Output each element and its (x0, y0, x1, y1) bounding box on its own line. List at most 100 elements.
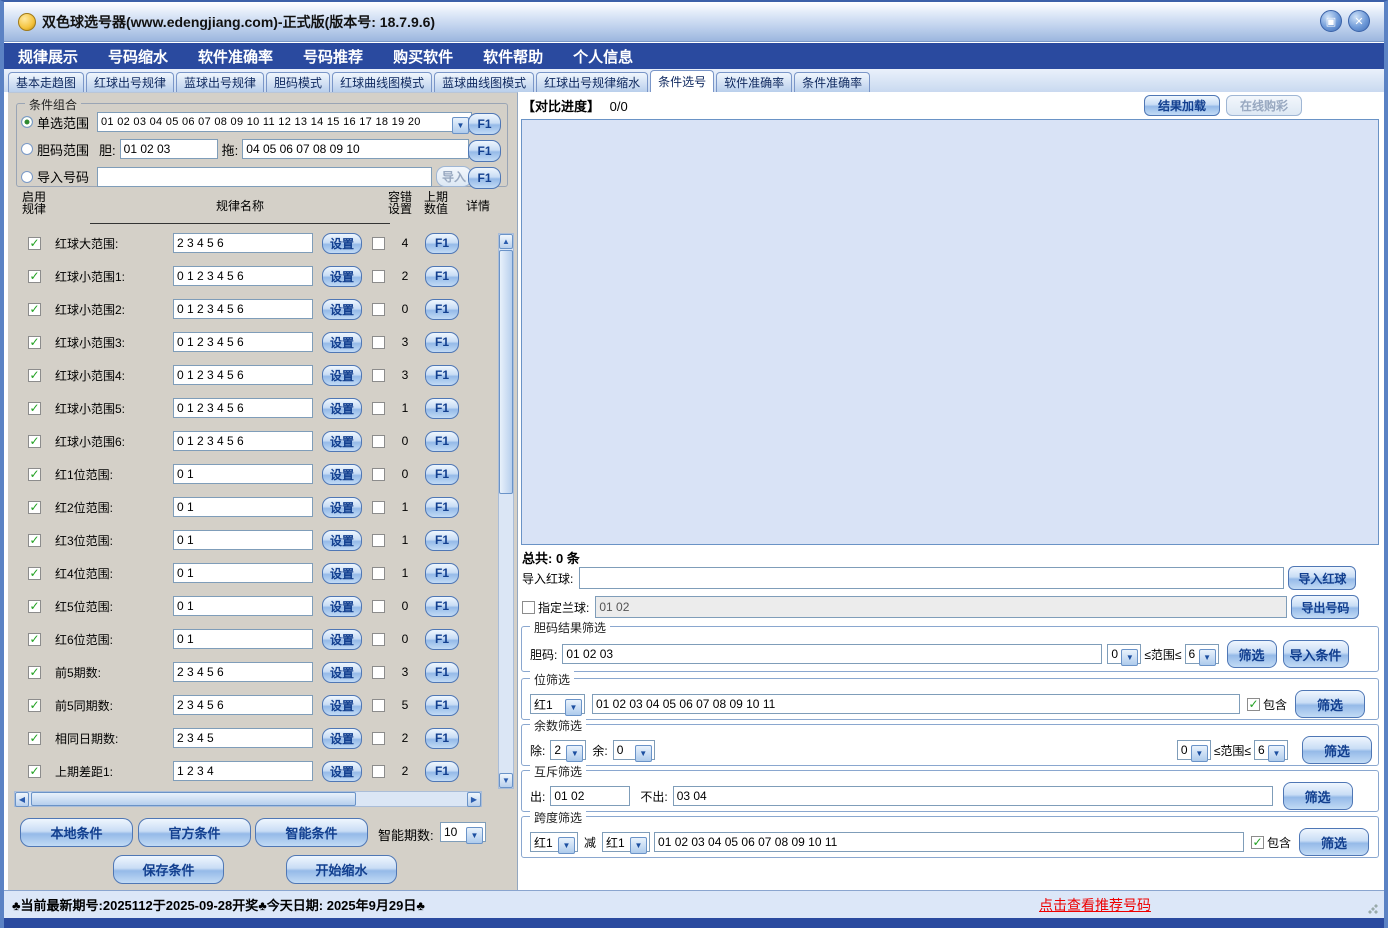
tab-胆码模式[interactable]: 胆码模式 (266, 72, 330, 92)
not-out-input[interactable] (673, 786, 1273, 806)
set-button[interactable]: 设置 (322, 464, 362, 485)
enable-checkbox[interactable] (28, 765, 41, 778)
position-include-checkbox[interactable] (1247, 698, 1260, 711)
local-conditions-button[interactable]: 本地条件 (20, 818, 133, 847)
enable-checkbox[interactable] (28, 402, 41, 415)
rule-value-input[interactable] (173, 728, 313, 748)
import-red-input[interactable] (579, 567, 1284, 589)
horizontal-scroll-thumb[interactable] (31, 792, 356, 806)
f1-button[interactable]: F1 (425, 728, 459, 749)
f1-button[interactable]: F1 (425, 596, 459, 617)
tolerance-checkbox[interactable] (372, 567, 385, 580)
import-numbers-input[interactable] (97, 167, 432, 187)
rules-vertical-scrollbar[interactable]: ▲ ▼ (498, 233, 514, 789)
rule-value-input[interactable] (173, 431, 313, 451)
rule-value-input[interactable] (173, 530, 313, 550)
tab-条件选号[interactable]: 条件选号 (650, 70, 714, 92)
results-listbox[interactable] (521, 119, 1379, 545)
tab-蓝球出号规律[interactable]: 蓝球出号规律 (176, 72, 264, 92)
enable-checkbox[interactable] (28, 732, 41, 745)
exclusion-filter-button[interactable]: 筛选 (1283, 782, 1353, 810)
set-button[interactable]: 设置 (322, 629, 362, 650)
menu-item[interactable]: 号码推荐 (303, 46, 363, 67)
set-button[interactable]: 设置 (322, 365, 362, 386)
dan-range-f1-button[interactable]: F1 (468, 140, 501, 162)
scroll-down-button[interactable]: ▼ (499, 773, 513, 788)
rule-value-input[interactable] (173, 596, 313, 616)
blue-checkbox[interactable] (522, 601, 535, 614)
rule-value-input[interactable] (173, 629, 313, 649)
tolerance-checkbox[interactable] (372, 435, 385, 448)
set-button[interactable]: 设置 (322, 398, 362, 419)
f1-button[interactable]: F1 (425, 233, 459, 254)
official-conditions-button[interactable]: 官方条件 (138, 818, 251, 847)
tab-红球出号规律缩水[interactable]: 红球出号规律缩水 (536, 72, 648, 92)
recommend-link[interactable]: 点击查看推荐号码 (1039, 895, 1151, 915)
tolerance-checkbox[interactable] (372, 732, 385, 745)
menu-item[interactable]: 号码缩水 (108, 46, 168, 67)
vertical-scroll-thumb[interactable] (499, 250, 513, 494)
tolerance-checkbox[interactable] (372, 402, 385, 415)
f1-button[interactable]: F1 (425, 332, 459, 353)
f1-button[interactable]: F1 (425, 530, 459, 551)
out-input[interactable] (550, 786, 630, 806)
f1-button[interactable]: F1 (425, 761, 459, 782)
f1-button[interactable]: F1 (425, 464, 459, 485)
rule-value-input[interactable] (173, 662, 313, 682)
rule-value-input[interactable] (173, 365, 313, 385)
import-numbers-radio[interactable] (21, 171, 33, 183)
menu-item[interactable]: 购买软件 (393, 46, 453, 67)
smart-periods-combobox[interactable]: 10 (440, 822, 486, 842)
rule-value-input[interactable] (173, 332, 313, 352)
enable-checkbox[interactable] (28, 270, 41, 283)
f1-button[interactable]: F1 (425, 398, 459, 419)
enable-checkbox[interactable] (28, 600, 41, 613)
tolerance-checkbox[interactable] (372, 303, 385, 316)
enable-checkbox[interactable] (28, 699, 41, 712)
span-filter-input[interactable] (654, 832, 1244, 852)
close-button[interactable]: ✕ (1348, 10, 1370, 32)
set-button[interactable]: 设置 (322, 761, 362, 782)
scroll-right-button[interactable]: ▶ (467, 792, 481, 807)
f1-button[interactable]: F1 (425, 563, 459, 584)
tolerance-checkbox[interactable] (372, 270, 385, 283)
scroll-left-button[interactable]: ◀ (15, 792, 29, 807)
export-numbers-button[interactable]: 导出号码 (1291, 595, 1359, 619)
single-range-combobox[interactable]: 01 02 03 04 05 06 07 08 09 10 11 12 13 1… (97, 112, 472, 132)
set-button[interactable]: 设置 (322, 530, 362, 551)
single-range-radio[interactable] (21, 116, 33, 128)
start-shrink-button[interactable]: 开始缩水 (286, 855, 397, 884)
set-button[interactable]: 设置 (322, 728, 362, 749)
menu-item[interactable]: 个人信息 (573, 46, 633, 67)
set-button[interactable]: 设置 (322, 695, 362, 716)
f1-button[interactable]: F1 (425, 695, 459, 716)
enable-checkbox[interactable] (28, 468, 41, 481)
rule-value-input[interactable] (173, 497, 313, 517)
divide-combobox[interactable]: 2 (550, 740, 586, 760)
position-combobox[interactable]: 红1 (530, 694, 585, 714)
resize-grip-icon[interactable] (1368, 904, 1378, 914)
rule-value-input[interactable] (173, 464, 313, 484)
import-button[interactable]: 导入 (436, 166, 472, 187)
set-button[interactable]: 设置 (322, 431, 362, 452)
set-button[interactable]: 设置 (322, 332, 362, 353)
save-conditions-button[interactable]: 保存条件 (113, 855, 224, 884)
span-a-combobox[interactable]: 红1 (530, 832, 578, 852)
maximize-button[interactable]: ▣ (1320, 10, 1342, 32)
tab-蓝球曲线图模式[interactable]: 蓝球曲线图模式 (434, 72, 534, 92)
rule-value-input[interactable] (173, 299, 313, 319)
set-button[interactable]: 设置 (322, 266, 362, 287)
remainder-combobox[interactable]: 0 (613, 740, 655, 760)
import-condition-button[interactable]: 导入条件 (1283, 640, 1349, 668)
menu-item[interactable]: 软件帮助 (483, 46, 543, 67)
load-results-button[interactable]: 结果加载 (1144, 95, 1220, 116)
f1-button[interactable]: F1 (425, 662, 459, 683)
tuo-input[interactable] (242, 139, 469, 159)
tolerance-checkbox[interactable] (372, 534, 385, 547)
set-button[interactable]: 设置 (322, 497, 362, 518)
span-b-combobox[interactable]: 红1 (602, 832, 650, 852)
modulo-max-combobox[interactable]: 6 (1254, 740, 1288, 760)
tolerance-checkbox[interactable] (372, 468, 385, 481)
tolerance-checkbox[interactable] (372, 666, 385, 679)
set-button[interactable]: 设置 (322, 563, 362, 584)
